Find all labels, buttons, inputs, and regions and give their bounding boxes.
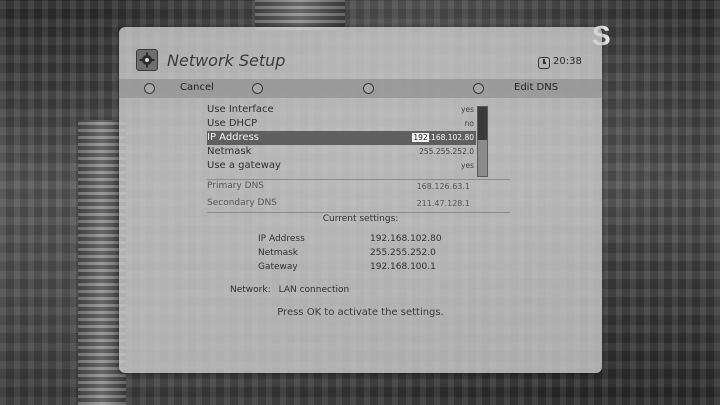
cancel-button[interactable]: Cancel xyxy=(180,82,214,93)
edit-dns-button[interactable]: Edit DNS xyxy=(514,82,558,93)
network-status: Network: LAN connection xyxy=(230,285,349,295)
dns-row-secondary: Secondary DNS 211.47.128.1 xyxy=(207,198,470,212)
page-title: Network Setup xyxy=(167,51,286,70)
setting-label: Netmask xyxy=(207,146,252,157)
current-label: IP Address xyxy=(258,234,305,244)
dns-label: Primary DNS xyxy=(207,181,265,191)
setting-row-use-gateway[interactable]: Use a gateway yes xyxy=(207,159,476,173)
setting-label: Use a gateway xyxy=(207,160,281,171)
scrollbar-thumb[interactable] xyxy=(478,107,487,140)
action-bar: Cancel Edit DNS xyxy=(119,79,602,98)
current-row-netmask: Netmask 255.255.252.0 xyxy=(258,248,478,261)
current-value: 192.168.102.80 xyxy=(370,234,442,244)
background-tower-center xyxy=(255,0,345,30)
red-button-icon[interactable] xyxy=(144,83,155,94)
gear-icon xyxy=(136,49,158,71)
setting-row-ip-address[interactable]: IP Address 192.168.102.80 xyxy=(207,131,476,145)
current-value: 255.255.252.0 xyxy=(370,248,436,258)
divider xyxy=(207,212,510,213)
ip-address-input[interactable]: 192.168.102.80 xyxy=(412,133,474,142)
edit-cursor: 192 xyxy=(412,133,429,142)
network-setup-dialog: Network Setup 20:38 Cancel Edit DNS Use … xyxy=(119,27,602,373)
dns-label: Secondary DNS xyxy=(207,198,277,208)
current-label: Gateway xyxy=(258,262,298,272)
current-settings-heading: Current settings: xyxy=(322,214,399,224)
setting-label: Use Interface xyxy=(207,104,274,115)
divider xyxy=(207,179,510,180)
setting-row-use-dhcp[interactable]: Use DHCP no xyxy=(207,117,476,131)
dns-value: 168.126.63.1 xyxy=(416,182,470,191)
dns-row-primary: Primary DNS 168.126.63.1 xyxy=(207,181,470,195)
setting-value: no xyxy=(464,119,474,128)
setting-row-netmask[interactable]: Netmask 255.255.252.0 xyxy=(207,145,476,159)
green-button-icon[interactable] xyxy=(252,83,263,94)
setting-value: yes xyxy=(461,161,474,170)
current-row-gateway: Gateway 192.168.100.1 xyxy=(258,262,478,275)
settings-list: Use Interface yes Use DHCP no IP Address… xyxy=(207,103,476,173)
hint-text: Press OK to activate the settings. xyxy=(277,307,444,318)
clock-icon xyxy=(538,57,550,69)
setting-label: IP Address xyxy=(207,132,259,143)
setting-row-use-interface[interactable]: Use Interface yes xyxy=(207,103,476,117)
yellow-button-icon[interactable] xyxy=(363,83,374,94)
network-label: Network: xyxy=(230,285,271,295)
current-row-ip: IP Address 192.168.102.80 xyxy=(258,234,478,247)
dns-value: 211.47.128.1 xyxy=(416,199,470,208)
ip-address-rest: .168.102.80 xyxy=(428,133,474,142)
clock-time: 20:38 xyxy=(553,56,582,67)
current-value: 192.168.100.1 xyxy=(370,262,436,272)
setting-value: yes xyxy=(461,105,474,114)
current-label: Netmask xyxy=(258,248,298,258)
scrollbar[interactable] xyxy=(477,106,488,177)
blue-button-icon[interactable] xyxy=(473,83,484,94)
setting-label: Use DHCP xyxy=(207,118,258,129)
setting-value: 255.255.252.0 xyxy=(419,147,474,156)
network-value: LAN connection xyxy=(278,285,350,295)
